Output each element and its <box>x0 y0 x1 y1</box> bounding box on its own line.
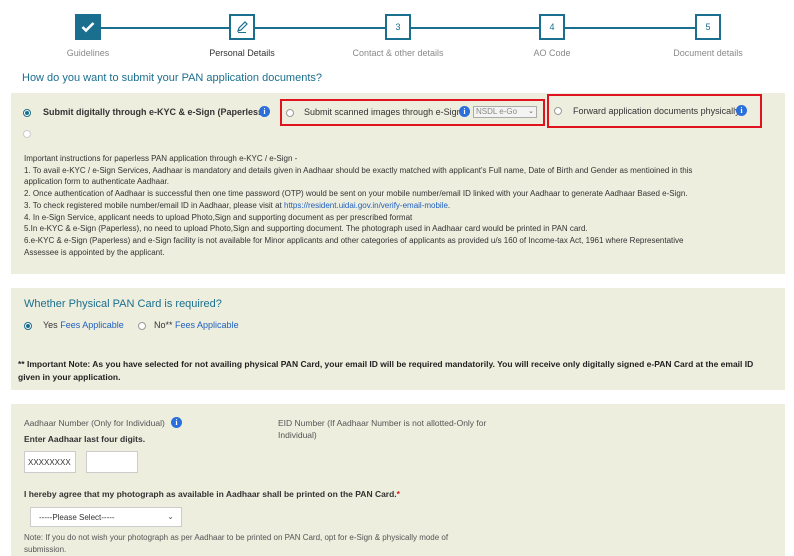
instruction-line: 4. In e-Sign Service, applicant needs to… <box>24 212 413 222</box>
last-four-label: Enter Aadhaar last four digits. <box>24 434 146 444</box>
step-3-contact[interactable]: 3 <box>385 14 411 40</box>
physical-no-label: No** Fees Applicable <box>154 320 239 330</box>
chevron-down-icon: ⌄ <box>167 512 174 521</box>
option-ekyc-label: Submit digitally through e-KYC & e-Sign … <box>43 107 267 117</box>
important-note: ** Important Note: As you have selected … <box>18 359 754 382</box>
check-icon <box>81 22 95 33</box>
instruction-line: 1. To avail e-KYC / e-Sign Services, Aad… <box>24 165 693 175</box>
fees-applicable-link[interactable]: Fees Applicable <box>175 320 239 330</box>
photo-note: Note: If you do not wish your photograph… <box>24 533 449 554</box>
step-1-guidelines[interactable] <box>75 14 101 40</box>
submission-question: How do you want to submit your PAN appli… <box>22 72 323 84</box>
progress-stepper: 3 4 5 Guidelines Personal Details Contac… <box>0 0 794 64</box>
scanned-provider-select[interactable]: NSDL e-Go ⌄ <box>473 106 537 118</box>
physical-card-question: Whether Physical PAN Card is required? <box>24 298 222 310</box>
step-connector <box>255 27 385 29</box>
instruction-heading: Important instructions for paperless PAN… <box>24 154 298 163</box>
step-connector <box>565 27 695 29</box>
instruction-line: 6.e-KYC & e-Sign (Paperless) and e-Sign … <box>24 235 684 245</box>
info-icon[interactable]: i <box>736 105 747 116</box>
radio-physical-yes[interactable] <box>24 322 32 330</box>
step-5-document-details[interactable]: 5 <box>695 14 721 40</box>
aadhaar-last-four-input[interactable] <box>86 451 138 473</box>
step-label: Guidelines <box>66 48 110 58</box>
step-label: Personal Details <box>209 48 275 58</box>
radio-extra[interactable] <box>23 130 31 138</box>
radio-ekyc[interactable] <box>23 109 31 117</box>
photo-agree-label: I hereby agree that my photograph as ava… <box>24 489 400 499</box>
chevron-down-icon: ⌄ <box>528 108 534 115</box>
photo-agree-select[interactable]: -----Please Select----- ⌄ <box>30 507 182 527</box>
fees-applicable-link[interactable]: Fees Applicable <box>60 320 124 330</box>
instruction-line: application form to authenticate Aadhaar… <box>24 177 169 187</box>
info-icon[interactable]: i <box>259 106 270 117</box>
step-label: Document details <box>673 48 743 58</box>
radio-scanned[interactable] <box>286 109 294 117</box>
step-label: Contact & other details <box>352 48 444 58</box>
info-icon[interactable]: i <box>171 417 182 428</box>
pencil-icon <box>237 21 248 33</box>
aadhaar-masked-input[interactable]: XXXXXXXX <box>24 451 76 473</box>
step-connector <box>101 27 242 29</box>
eid-label: EID Number (If Aadhaar Number is not all… <box>278 418 487 440</box>
info-icon[interactable]: i <box>459 106 470 117</box>
step-4-ao-code[interactable]: 4 <box>539 14 565 40</box>
instruction-line: 3. To check registered mobile number/ema… <box>24 200 451 210</box>
uidai-verify-link[interactable]: https://resident.uidai.gov.in/verify-ema… <box>284 201 448 210</box>
step-connector <box>411 27 539 29</box>
step-label: AO Code <box>533 48 571 58</box>
instruction-line: 2. Once authentication of Aadhaar is suc… <box>24 189 688 199</box>
aadhaar-number-label: Aadhaar Number (Only for Individual) <box>24 418 165 428</box>
option-scanned-label: Submit scanned images through e-Sign <box>304 107 462 117</box>
step-2-personal-details[interactable] <box>229 14 255 40</box>
radio-physical[interactable] <box>554 107 562 115</box>
physical-yes-label: Yes Fees Applicable <box>43 320 124 330</box>
instruction-line: 5.In e-KYC & e-Sign (Paperless), no need… <box>24 224 588 234</box>
radio-physical-no[interactable] <box>138 322 146 330</box>
instructions-block: Important instructions for paperless PAN… <box>24 153 764 258</box>
instruction-line: Assessee is appointed by the applicant. <box>24 247 165 257</box>
option-physical-label: Forward application documents physically <box>573 106 740 116</box>
